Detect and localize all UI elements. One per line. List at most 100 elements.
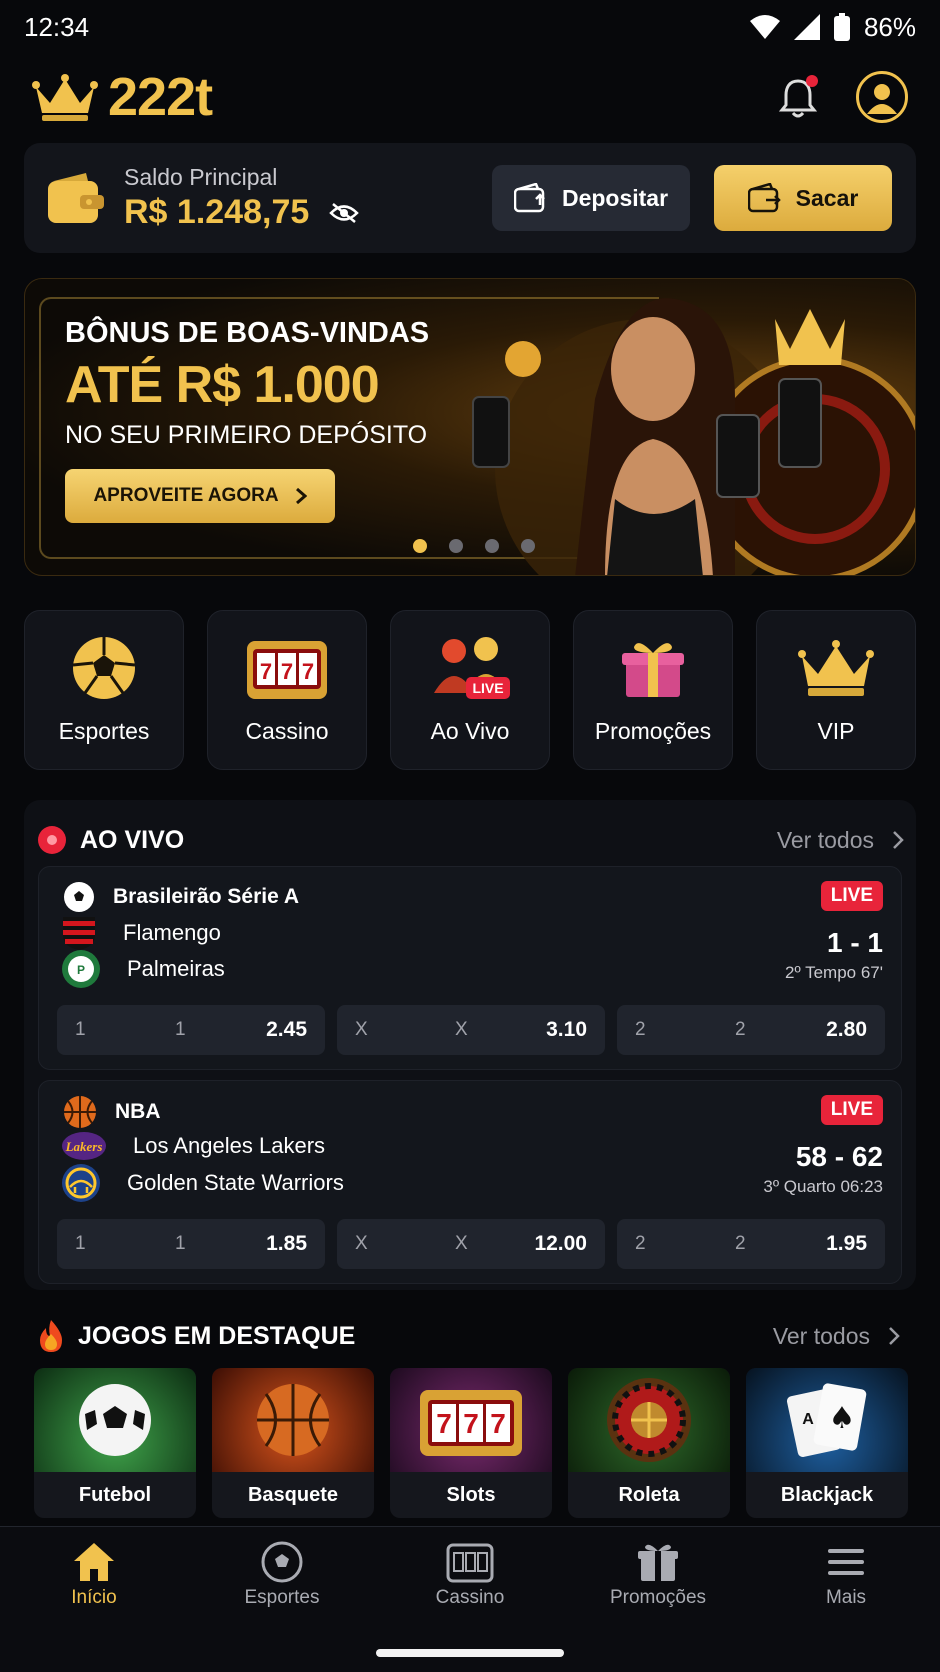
warriors-logo-icon [62, 1164, 100, 1202]
game-card-blackjack[interactable]: ♠ A Blackjack [746, 1368, 908, 1518]
nav-item-inicio[interactable]: Início [0, 1541, 188, 1631]
odd-value: 1.85 [266, 1232, 307, 1255]
balance-value-row: R$ 1.248,75 [124, 193, 360, 232]
soccer-ball-icon [79, 1384, 151, 1456]
game-card-slots[interactable]: 7 7 7 Slots [390, 1368, 552, 1518]
roulette-icon [607, 1378, 691, 1462]
signal-icon [793, 14, 820, 40]
odd-value: 3.10 [546, 1018, 587, 1041]
nav-label: Promoções [609, 1587, 707, 1608]
odd-key: X [455, 1233, 468, 1254]
live-see-all-link[interactable]: Ver todos [777, 827, 904, 854]
banner-dot[interactable] [413, 539, 427, 553]
slot-machine-icon [446, 1543, 494, 1583]
odd-away[interactable]: 2 2 1.95 [617, 1219, 885, 1269]
basketball-icon [64, 1096, 96, 1128]
category-cassino[interactable]: 7 7 7 Cassino [207, 610, 367, 770]
match-card[interactable]: Brasileirão Série A LIVE Flamengo P Palm… [38, 866, 902, 1070]
wifi-icon [749, 15, 780, 39]
game-thumbnail [212, 1368, 374, 1472]
soccer-ball-icon [261, 1541, 303, 1583]
svg-text:Lakers: Lakers [65, 1139, 103, 1154]
category-label: Ao Vivo [430, 718, 510, 744]
nav-item-esportes[interactable]: Esportes [188, 1541, 376, 1631]
slot-machine-icon: 7 7 7 [247, 641, 327, 699]
profile-button[interactable] [856, 71, 908, 123]
promo-banner[interactable]: BÔNUS DE BOAS-VINDAS ATÉ R$ 1.000 NO SEU… [24, 278, 916, 576]
odd-key: 1 [175, 1019, 186, 1040]
odd-home[interactable]: 1 1 1.85 [57, 1219, 325, 1269]
palmeiras-crest-icon: P [62, 950, 100, 988]
game-card-basquete[interactable]: Basquete [212, 1368, 374, 1518]
banner-cta-label: APROVEITE AGORA [93, 485, 279, 506]
svg-text:7: 7 [302, 659, 314, 684]
live-badge-text: LIVE [472, 680, 503, 696]
nav-item-mais[interactable]: Mais [752, 1541, 940, 1631]
category-vip[interactable]: VIP [756, 610, 916, 770]
match-period: 2º Tempo 67' [785, 963, 883, 982]
soccer-ball-icon [64, 882, 94, 912]
match-card[interactable]: NBA LIVE Lakers Los Angeles Lakers Golde… [38, 1080, 902, 1284]
match-score: 58 - 62 [795, 1141, 883, 1172]
category-icon-wrap [71, 630, 137, 706]
live-section: AO VIVO Ver todos Brasileirão Série A LI… [24, 800, 916, 1290]
eye-off-icon[interactable] [329, 202, 360, 224]
svg-text:7: 7 [463, 1408, 479, 1439]
category-promocoes[interactable]: Promoções [573, 610, 733, 770]
odd-key: X [355, 1019, 368, 1040]
live-badge: LIVE [820, 1095, 883, 1125]
odd-key: 2 [735, 1233, 746, 1254]
brand-logo[interactable]: 222t [32, 66, 213, 128]
game-thumbnail [568, 1368, 730, 1472]
category-label: Cassino [245, 718, 329, 744]
gift-icon [638, 1544, 678, 1581]
game-label: Basquete [247, 1483, 339, 1506]
banner-dot[interactable] [485, 539, 499, 553]
featured-section-title: JOGOS EM DESTAQUE [38, 1320, 355, 1352]
game-card-futebol[interactable]: Futebol [34, 1368, 196, 1518]
soccer-ball-icon [72, 637, 136, 699]
odd-key: X [355, 1233, 368, 1254]
nav-item-cassino[interactable]: Cassino [376, 1541, 564, 1631]
menu-icon [828, 1549, 864, 1575]
deposit-button[interactable]: Depositar [492, 165, 690, 231]
odd-draw[interactable]: X X 12.00 [337, 1219, 605, 1269]
see-all-label: Ver todos [776, 826, 874, 853]
category-label: Esportes [58, 718, 150, 744]
featured-see-all-link[interactable]: Ver todos [773, 1323, 900, 1350]
odd-draw[interactable]: X X 3.10 [337, 1005, 605, 1055]
banner-dot[interactable] [521, 539, 535, 553]
game-thumbnail: ♠ A [746, 1368, 908, 1472]
category-ao-vivo[interactable]: LIVE Ao Vivo [390, 610, 550, 770]
banner-dot[interactable] [449, 539, 463, 553]
game-label: Roleta [618, 1483, 680, 1506]
odd-away[interactable]: 2 2 2.80 [617, 1005, 885, 1055]
match-league: Brasileirão Série A [63, 881, 299, 913]
home-icon [74, 1543, 114, 1581]
live-title-text: AO VIVO [80, 825, 185, 854]
notifications-button[interactable] [778, 75, 818, 119]
withdraw-button[interactable]: Sacar [714, 165, 892, 231]
app-header: 222t [32, 66, 908, 128]
odd-key: 2 [635, 1019, 646, 1040]
svg-text:7: 7 [260, 659, 272, 684]
svg-text:7: 7 [281, 659, 293, 684]
gesture-home-bar[interactable] [376, 1649, 564, 1657]
crown-icon [32, 74, 98, 121]
deposit-icon [513, 183, 545, 213]
odd-home[interactable]: 1 1 2.45 [57, 1005, 325, 1055]
banner-cta-button[interactable]: APROVEITE AGORA [65, 469, 335, 523]
nav-item-promocoes[interactable]: Promoções [564, 1541, 752, 1631]
nav-label: Início [71, 1587, 117, 1608]
team-name: Flamengo [123, 920, 221, 945]
featured-section-header: JOGOS EM DESTAQUE Ver todos [38, 1318, 900, 1354]
balance-card: Saldo Principal R$ 1.248,75 Depositar Sa… [24, 143, 916, 253]
game-card-roleta[interactable]: Roleta [568, 1368, 730, 1518]
category-row: Esportes 7 7 7 Cassino LIVE Ao Vivo Prom… [24, 610, 916, 770]
playing-cards-icon: ♠ A [786, 1383, 867, 1457]
withdraw-label: Sacar [795, 184, 859, 211]
category-esportes[interactable]: Esportes [24, 610, 184, 770]
odd-value: 1.95 [826, 1232, 867, 1255]
chevron-right-icon [893, 831, 904, 849]
balance-value: R$ 1.248,75 [124, 193, 310, 231]
